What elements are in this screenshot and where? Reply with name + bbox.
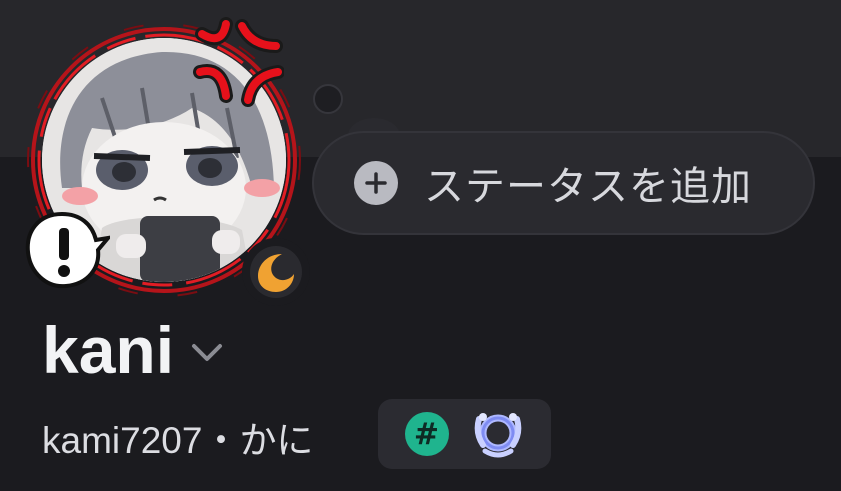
idle-moon-icon [258,254,294,292]
presence-indicator [242,238,310,306]
username-line: kami7207・かに [42,410,313,464]
plus-circle-icon [354,161,398,205]
pronouns: かに [239,420,314,461]
add-status-button[interactable]: ステータスを追加 [312,131,815,235]
anger-mark-icon [193,17,284,107]
separator: ・ [202,420,240,461]
username[interactable]: kami7207 [42,420,202,461]
badge-list: # [378,399,551,469]
avatar-container[interactable] [22,17,310,306]
laurel-wreath-icon[interactable] [471,407,525,461]
thought-bubble-small [313,84,343,114]
display-name[interactable]: kani [42,312,174,388]
exclamation-bubble-icon [25,211,110,289]
add-status-label: ステータスを追加 [424,164,752,210]
chevron-down-icon[interactable] [190,342,224,364]
hashtag-icon[interactable]: # [404,412,449,456]
